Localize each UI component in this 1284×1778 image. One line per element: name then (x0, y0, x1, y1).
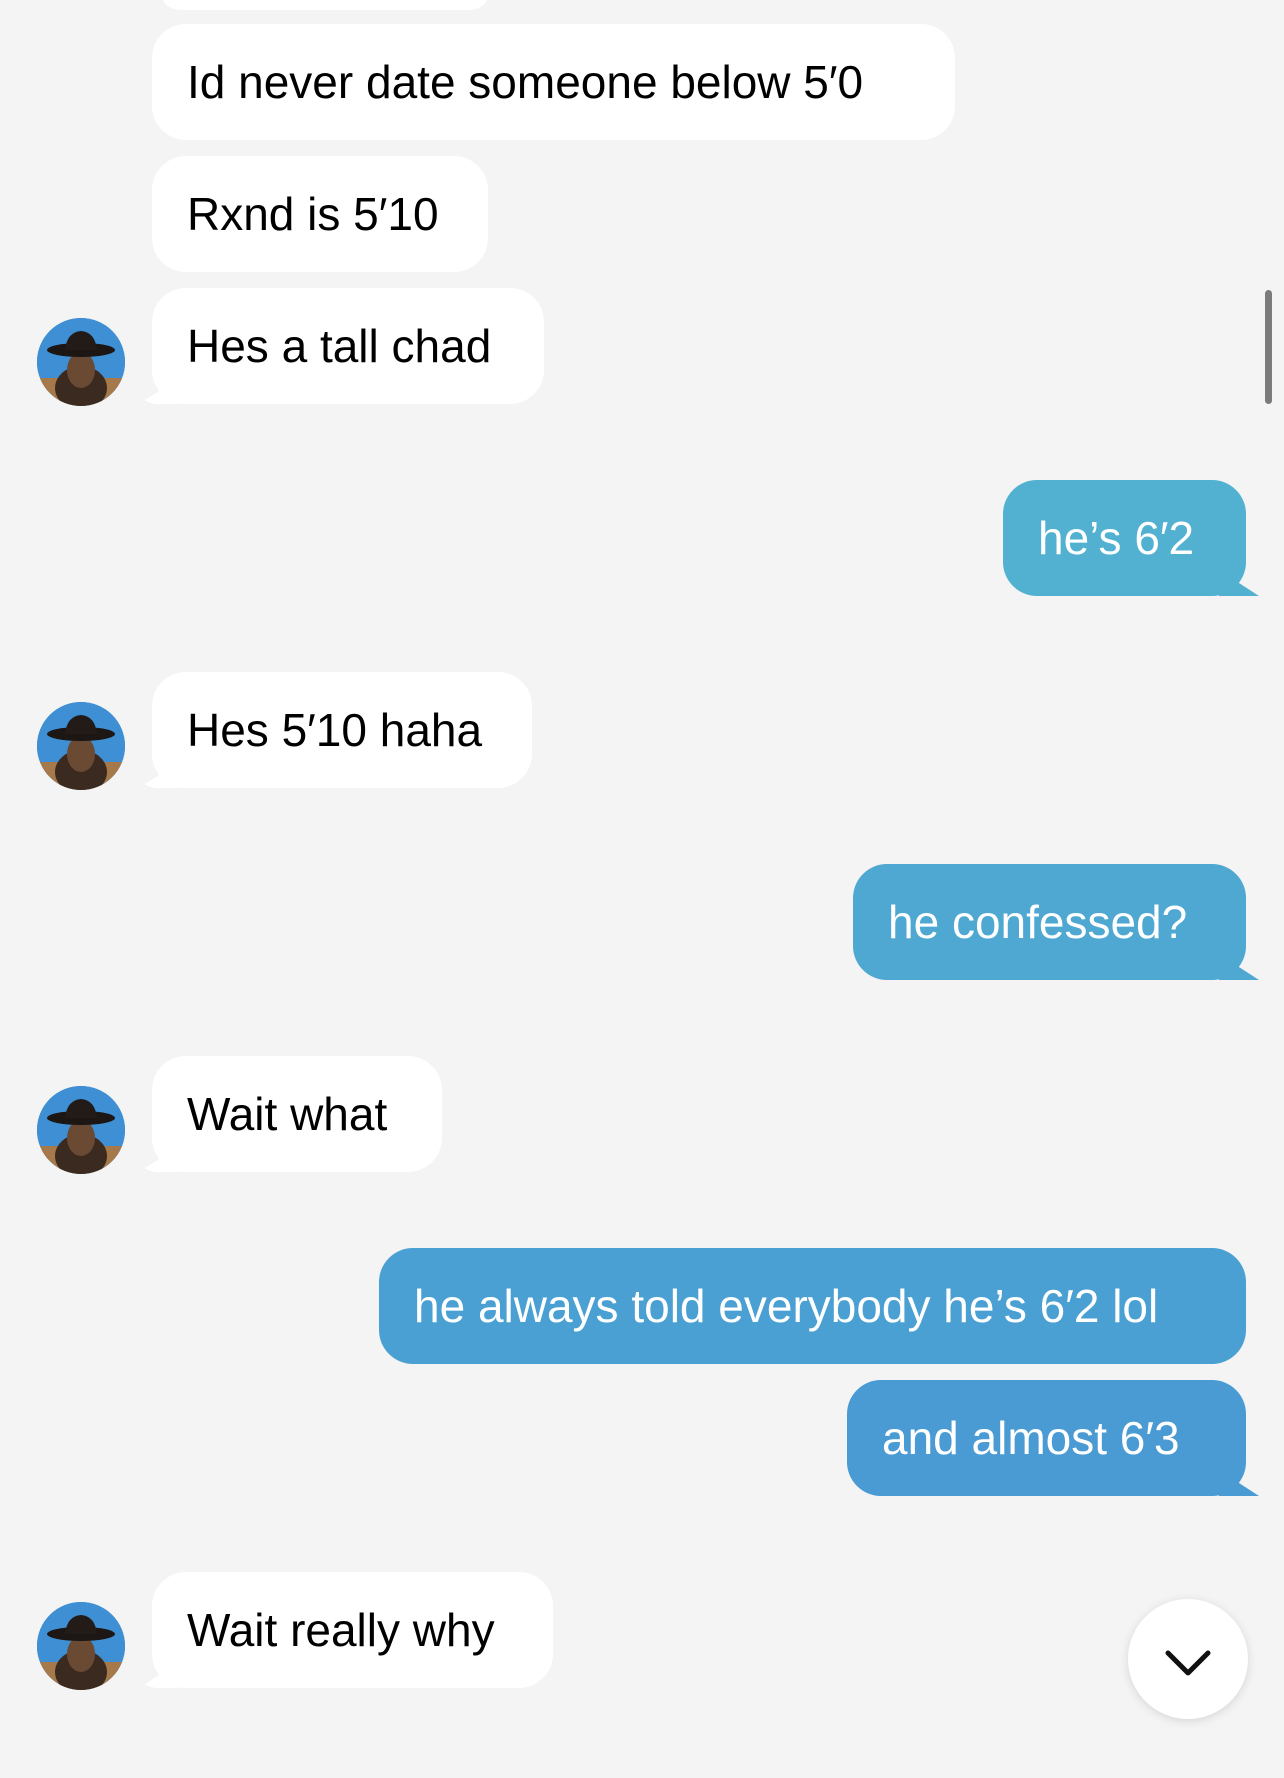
avatar-image (37, 1602, 125, 1690)
avatar[interactable] (37, 1086, 125, 1174)
chevron-down-icon (1165, 1650, 1211, 1676)
avatar[interactable] (37, 1602, 125, 1690)
avatar[interactable] (37, 318, 125, 406)
message-bubble-incoming[interactable]: Hes a tall chad (152, 288, 544, 404)
message-bubble-incoming[interactable]: Id never date someone below 5′0 (152, 24, 955, 140)
message-bubble-outgoing[interactable]: and almost 6′3 (847, 1380, 1246, 1496)
message-bubble-incoming[interactable]: Wait what (152, 1056, 442, 1172)
avatar-image (37, 1086, 125, 1174)
scrollbar[interactable] (1265, 290, 1272, 404)
message-bubble-outgoing[interactable]: he always told everybody he’s 6′2 lol (379, 1248, 1246, 1364)
avatar-image (37, 318, 125, 406)
avatar[interactable] (37, 702, 125, 790)
message-bubble-incoming[interactable]: Wait really why (152, 1572, 553, 1688)
message-bubble-incoming[interactable]: Hes 5′10 haha (152, 672, 532, 788)
message-thread[interactable]: Id never date someone below 5′0 Rxnd is … (0, 0, 1284, 1778)
message-bubble-outgoing[interactable]: he confessed? (853, 864, 1246, 980)
scroll-to-bottom-button[interactable] (1128, 1599, 1248, 1719)
message-bubble-incoming[interactable]: Rxnd is 5′10 (152, 156, 488, 272)
avatar-image (37, 702, 125, 790)
message-bubble-outgoing[interactable]: he’s 6′2 (1003, 480, 1246, 596)
previous-message-bubble-fragment (160, 0, 490, 10)
